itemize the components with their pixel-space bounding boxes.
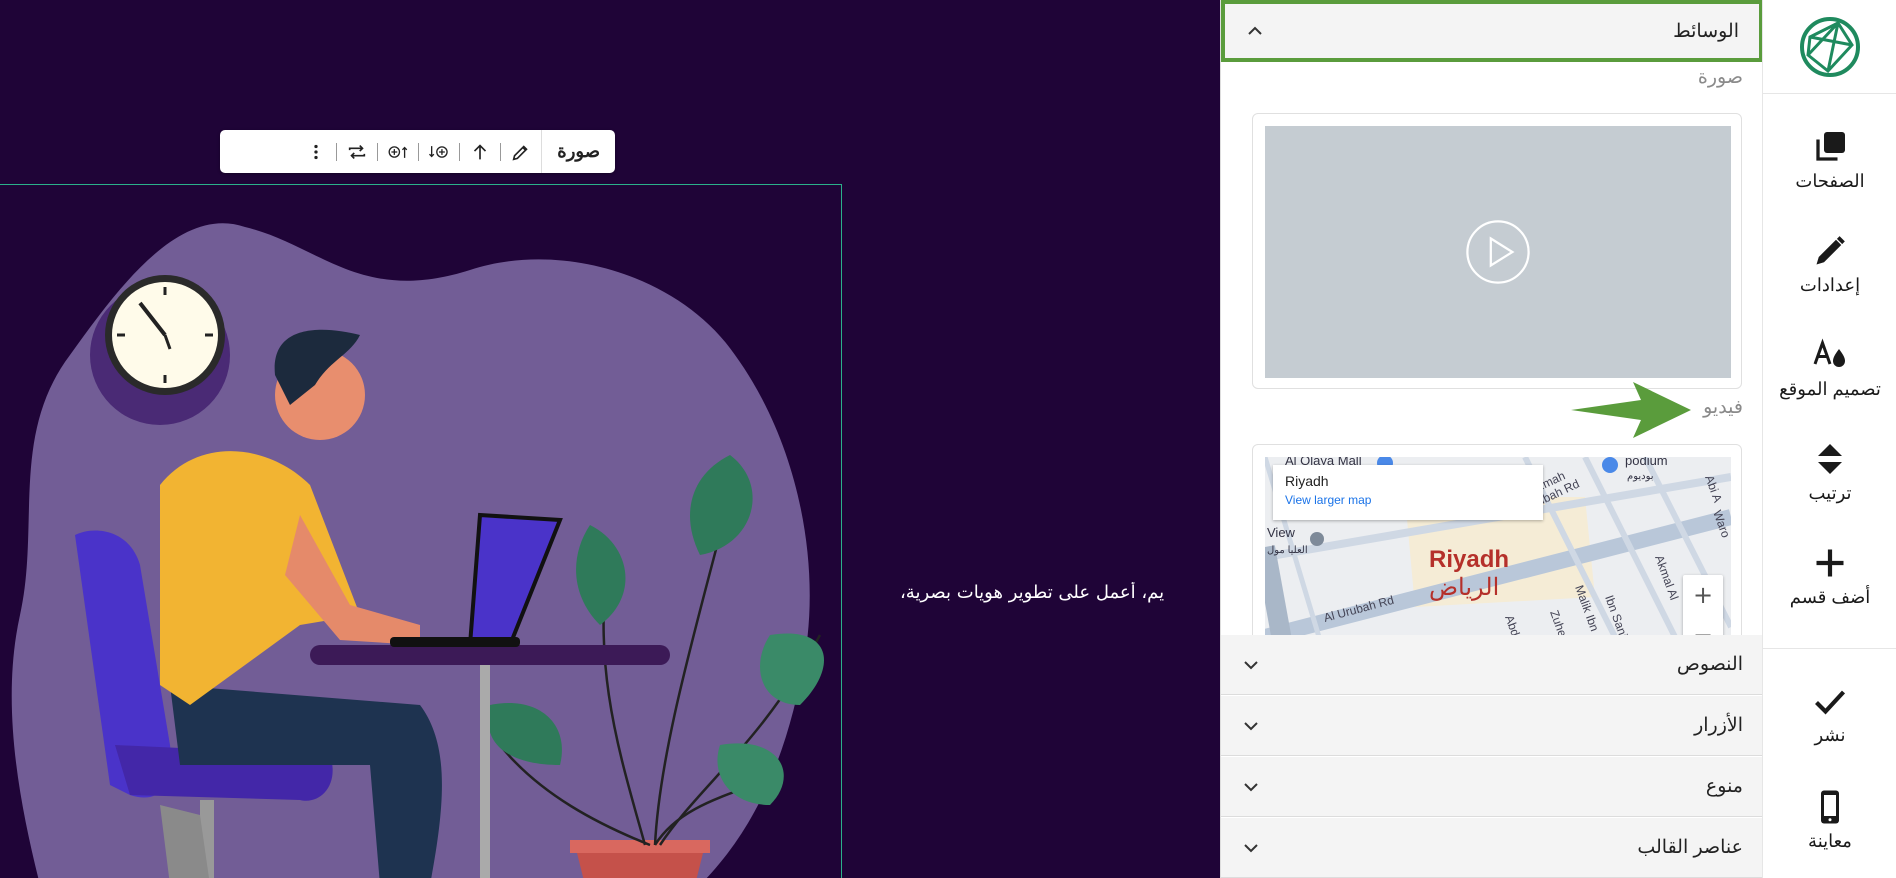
- accordion-texts-header[interactable]: النصوص: [1221, 635, 1762, 695]
- map-city-ar: الرياض: [1429, 574, 1499, 601]
- map-info-title: Riyadh: [1285, 473, 1329, 489]
- arrow-annotation-icon: [1571, 382, 1691, 438]
- chevron-down-icon: [1244, 721, 1258, 730]
- video-thumbnail: [1265, 126, 1731, 378]
- canvas-paragraph-text[interactable]: يم، أعمل على تطوير هويات بصرية،: [900, 582, 1220, 610]
- move-up-button[interactable]: [460, 130, 500, 173]
- map-label: بوديوم: [1627, 471, 1654, 482]
- view-larger-map-link[interactable]: View larger map: [1285, 493, 1531, 507]
- video-element-card[interactable]: [1252, 113, 1742, 389]
- map-info-box: Riyadh View larger map: [1273, 465, 1543, 520]
- selected-image-frame[interactable]: [0, 184, 842, 878]
- add-above-icon: [388, 145, 408, 158]
- brand-logo[interactable]: [1763, 0, 1896, 94]
- brand-logo-icon: [1800, 16, 1860, 77]
- pages-icon: [1816, 131, 1845, 161]
- chevron-down-icon: [1244, 782, 1258, 791]
- edit-button[interactable]: [501, 130, 541, 173]
- map-city-en: Riyadh: [1429, 546, 1509, 573]
- accordion-title: النصوص: [1676, 654, 1743, 675]
- rail-preview[interactable]: معاينة: [1763, 772, 1896, 868]
- map-zoom-control: + −: [1683, 575, 1723, 635]
- more-options-button[interactable]: [296, 130, 336, 173]
- accordion-template-elements-header[interactable]: عناصر القالب: [1221, 818, 1762, 878]
- elements-panel: الوسائط صورة فيديو Al Olaya Mall podium …: [1220, 0, 1762, 878]
- accordion-media-header[interactable]: الوسائط: [1221, 0, 1762, 62]
- media-section-body: صورة فيديو Al Olaya Mall podium بوديوم A…: [1221, 62, 1762, 635]
- rail-pages[interactable]: الصفحات: [1763, 112, 1896, 208]
- accordion-buttons-header[interactable]: الأزرار: [1221, 696, 1762, 756]
- add-below-button[interactable]: [419, 130, 459, 173]
- map-label: View: [1267, 525, 1296, 540]
- image-element-label: صورة: [1697, 67, 1743, 88]
- sort-icon: [1818, 443, 1842, 474]
- rail-label: الصفحات: [1795, 170, 1865, 191]
- mobile-icon: [1821, 790, 1839, 823]
- replace-button[interactable]: [337, 130, 377, 173]
- rail-divider: [1763, 648, 1896, 649]
- pencil-icon: [512, 144, 528, 160]
- rail-label: نشر: [1814, 724, 1846, 745]
- video-element-label: فيديو: [1703, 397, 1743, 418]
- rail-sort[interactable]: ترتيب: [1763, 424, 1896, 520]
- image-toolbar: صورة: [220, 130, 615, 173]
- check-icon: [1815, 690, 1846, 715]
- man-at-laptop-illustration: [11, 223, 824, 878]
- rail-label: أضف قسم: [1789, 586, 1871, 607]
- map-label: العليا مول: [1267, 545, 1308, 556]
- zoom-out-button[interactable]: −: [1683, 615, 1723, 635]
- rail-site-design[interactable]: تصميم الموقع: [1763, 320, 1896, 416]
- map-label: podium: [1625, 457, 1668, 468]
- accordion-title: الأزرار: [1694, 715, 1743, 736]
- rail-add-section[interactable]: أضف قسم: [1763, 528, 1896, 624]
- rail-label: معاينة: [1808, 830, 1852, 851]
- arrow-up-icon: [474, 143, 487, 159]
- play-icon: [1466, 220, 1530, 284]
- map-element-card[interactable]: Al Olaya Mall podium بوديوم Al Urubah Rd…: [1252, 444, 1742, 635]
- pencil-icon: [1816, 235, 1845, 264]
- design-icon: [1813, 338, 1845, 367]
- main-rail: الصفحات إعدادات تصميم الموقع ترتيب أضف ق…: [1762, 0, 1896, 878]
- accordion-title: الوسائط: [1673, 20, 1739, 42]
- toolbar-element-label: صورة: [541, 130, 615, 173]
- zoom-in-button[interactable]: +: [1683, 575, 1723, 615]
- chevron-up-icon: [1248, 26, 1262, 35]
- plus-icon: [1816, 549, 1844, 576]
- rail-settings[interactable]: إعدادات: [1763, 216, 1896, 312]
- rail-label: إعدادات: [1799, 274, 1861, 295]
- rail-label: ترتيب: [1808, 482, 1852, 503]
- rail-publish[interactable]: نشر: [1763, 666, 1896, 762]
- add-above-button[interactable]: [378, 130, 418, 173]
- add-below-icon: [429, 145, 449, 158]
- chevron-down-icon: [1244, 843, 1258, 852]
- map-preview: Al Olaya Mall podium بوديوم Al Urubah Rd…: [1265, 457, 1731, 635]
- more-vertical-icon: [314, 144, 318, 159]
- accordion-misc-header[interactable]: منوع: [1221, 757, 1762, 817]
- accordion-title: منوع: [1705, 776, 1743, 797]
- editor-canvas: صورة يم، أعمل على تطوير هويات بصرية،: [0, 0, 1220, 878]
- accordion-title: عناصر القالب: [1637, 837, 1743, 858]
- repeat-icon: [349, 144, 366, 159]
- rail-label: تصميم الموقع: [1779, 378, 1881, 399]
- chevron-down-icon: [1244, 660, 1258, 669]
